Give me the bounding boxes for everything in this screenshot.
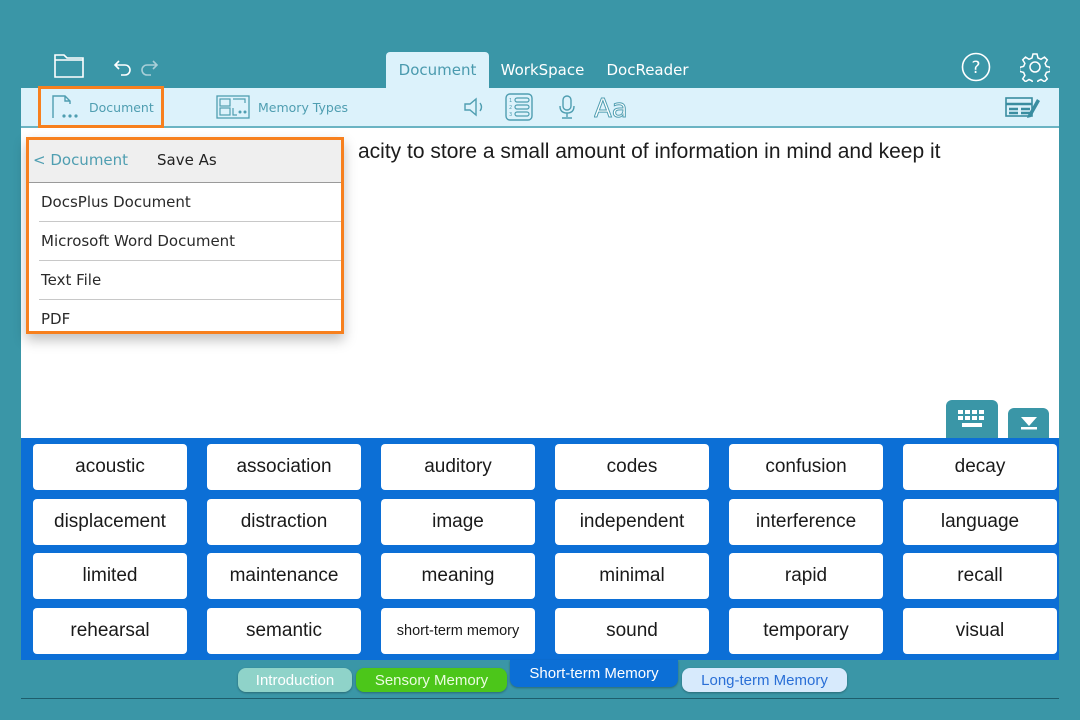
speaker-icon <box>464 97 483 117</box>
settings-button[interactable] <box>1019 51 1051 83</box>
save-as-menu: < Document Save As DocsPlus Document Mic… <box>26 137 344 334</box>
save-as-text[interactable]: Text File <box>39 261 341 300</box>
menu-header: < Document Save As <box>29 140 341 183</box>
back-to-document-button[interactable]: < Document <box>33 151 128 169</box>
save-as-docsplus[interactable]: DocsPlus Document <box>39 183 341 222</box>
open-folder-button[interactable] <box>52 50 86 80</box>
word-button[interactable]: interference <box>729 498 883 545</box>
word-button[interactable]: recall <box>903 553 1057 599</box>
tab-docreader[interactable]: DocReader <box>600 52 695 88</box>
collapse-button[interactable] <box>1008 408 1049 438</box>
word-button[interactable]: minimal <box>555 553 709 599</box>
section-tab-sensory-memory[interactable]: Sensory Memory <box>356 668 507 692</box>
word-button[interactable]: confusion <box>729 444 883 490</box>
gear-icon <box>1020 53 1050 82</box>
help-icon: ? <box>961 52 991 82</box>
word-button[interactable]: image <box>381 498 535 545</box>
word-button[interactable]: temporary <box>729 607 883 654</box>
word-button[interactable]: auditory <box>381 444 535 490</box>
section-tab-short-term-memory[interactable]: Short-term Memory <box>510 660 678 687</box>
memory-types-icon <box>216 95 250 119</box>
tab-workspace[interactable]: WorkSpace <box>495 52 590 88</box>
font-button[interactable]: Aa <box>594 88 634 126</box>
word-button[interactable]: language <box>903 498 1057 545</box>
word-button[interactable]: codes <box>555 444 709 490</box>
redo-button[interactable] <box>138 56 160 78</box>
help-button[interactable]: ? <box>961 52 991 82</box>
word-button[interactable]: rehearsal <box>33 607 187 654</box>
dictation-button[interactable] <box>557 88 577 126</box>
edit-grid-button[interactable] <box>1005 88 1041 126</box>
toolbar: Document Memory Types 123 Aa <box>21 88 1059 128</box>
word-button[interactable]: acoustic <box>33 444 187 490</box>
svg-text:1: 1 <box>509 98 512 104</box>
numbered-list-icon: 123 <box>505 93 533 121</box>
numbered-list-button[interactable]: 123 <box>505 88 533 126</box>
word-button[interactable]: semantic <box>207 607 361 654</box>
svg-text:?: ? <box>971 58 980 78</box>
word-grid: acoustic association auditory codes confusio… <box>33 444 1057 654</box>
undo-button[interactable] <box>112 56 134 78</box>
word-button[interactable]: distraction <box>207 498 361 545</box>
redo-icon <box>141 60 159 76</box>
section-tab-introduction[interactable]: Introduction <box>238 668 352 692</box>
save-as-pdf[interactable]: PDF <box>39 300 341 338</box>
word-button[interactable]: limited <box>33 553 187 599</box>
bottom-divider <box>21 698 1059 699</box>
word-bank: acoustic association auditory codes confusio… <box>21 438 1059 660</box>
word-button[interactable]: maintenance <box>207 553 361 599</box>
word-button[interactable]: association <box>207 444 361 490</box>
save-as-word[interactable]: Microsoft Word Document <box>39 222 341 261</box>
tab-document[interactable]: Document <box>386 52 489 88</box>
folder-icon <box>54 54 84 78</box>
memory-types-button[interactable]: Memory Types <box>216 88 348 126</box>
document-menu-highlight <box>38 86 164 128</box>
svg-text:Aa: Aa <box>594 94 628 121</box>
word-button[interactable]: visual <box>903 607 1057 654</box>
speak-button[interactable] <box>463 88 487 126</box>
font-icon: Aa <box>594 94 628 122</box>
word-button[interactable]: meaning <box>381 553 535 599</box>
svg-text:3: 3 <box>509 112 512 118</box>
menu-title: Save As <box>157 151 217 169</box>
word-button[interactable]: displacement <box>33 498 187 545</box>
keyboard-icon <box>958 410 984 427</box>
document-text[interactable]: acity to store a small amount of informa… <box>358 140 940 164</box>
word-button[interactable]: decay <box>903 444 1057 490</box>
memory-types-label: Memory Types <box>258 99 349 115</box>
microphone-icon <box>559 95 575 119</box>
keyboard-button[interactable] <box>946 400 998 438</box>
collapse-down-icon <box>1020 417 1037 430</box>
undo-icon <box>113 60 131 76</box>
word-button[interactable]: short-term memory <box>381 607 535 654</box>
word-button[interactable]: independent <box>555 498 709 545</box>
section-tab-long-term-memory[interactable]: Long-term Memory <box>682 668 847 692</box>
svg-text:2: 2 <box>509 105 512 111</box>
edit-grid-icon <box>1005 97 1040 118</box>
word-button[interactable]: sound <box>555 607 709 654</box>
word-button[interactable]: rapid <box>729 553 883 599</box>
